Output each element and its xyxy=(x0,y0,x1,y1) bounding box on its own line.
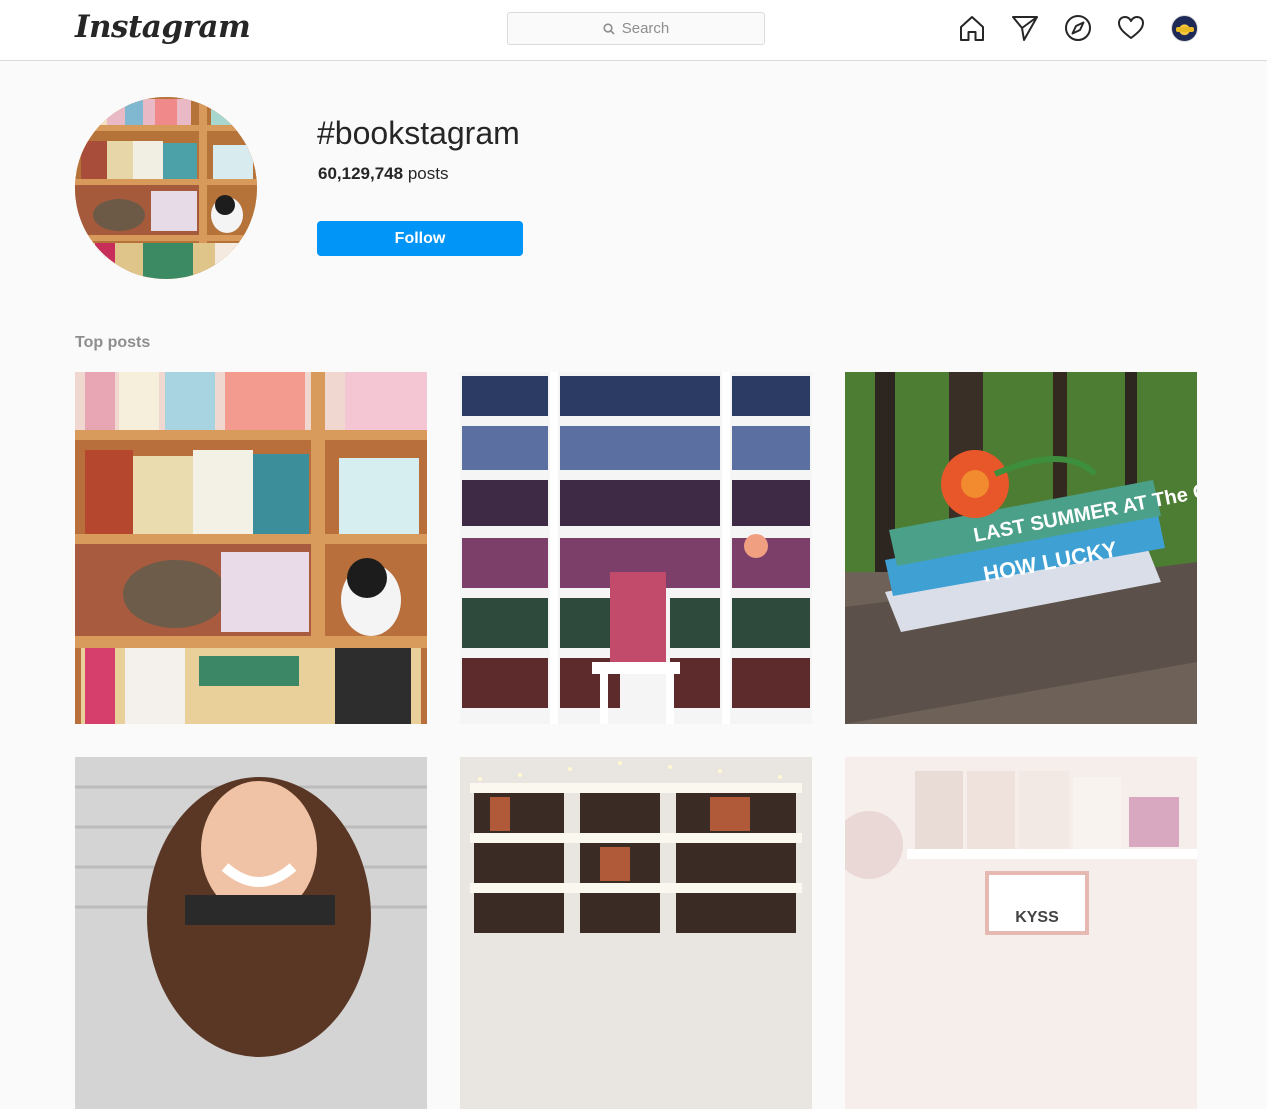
post-tile-3[interactable]: HOW LUCKY LAST SUMMER AT The Golden Hote… xyxy=(845,372,1197,724)
hashtag-avatar xyxy=(75,97,257,279)
post-tile-4[interactable] xyxy=(75,757,427,1109)
explore-icon[interactable] xyxy=(1064,14,1092,42)
post-tile-5[interactable] xyxy=(460,757,812,1109)
top-posts-title: Top posts xyxy=(75,334,151,351)
avatar xyxy=(1170,14,1198,42)
instagram-logo[interactable]: Instagram xyxy=(75,9,251,45)
posts-count: 60,129,748 posts xyxy=(318,164,448,184)
home-icon[interactable] xyxy=(958,14,986,42)
page-title: #bookstagram xyxy=(317,115,520,151)
post-tile-2[interactable] xyxy=(460,372,812,724)
post-tile-1[interactable] xyxy=(75,372,427,724)
nav-icons xyxy=(958,14,1198,42)
activity-icon[interactable] xyxy=(1117,14,1145,42)
search-placeholder: Search xyxy=(621,20,670,37)
profile-avatar[interactable] xyxy=(1170,14,1198,42)
post-tile-6[interactable]: KYSS xyxy=(845,757,1197,1109)
posts-count-value: 60,129,748 xyxy=(318,164,404,183)
posts-count-label: posts xyxy=(407,164,449,183)
direct-icon[interactable] xyxy=(1011,14,1039,42)
top-nav: Instagram Search xyxy=(0,0,1267,61)
search-icon xyxy=(603,22,615,35)
search-input[interactable]: Search xyxy=(507,12,765,45)
book-title-text: KYSS xyxy=(1015,909,1059,926)
follow-button[interactable]: Follow xyxy=(317,221,523,256)
